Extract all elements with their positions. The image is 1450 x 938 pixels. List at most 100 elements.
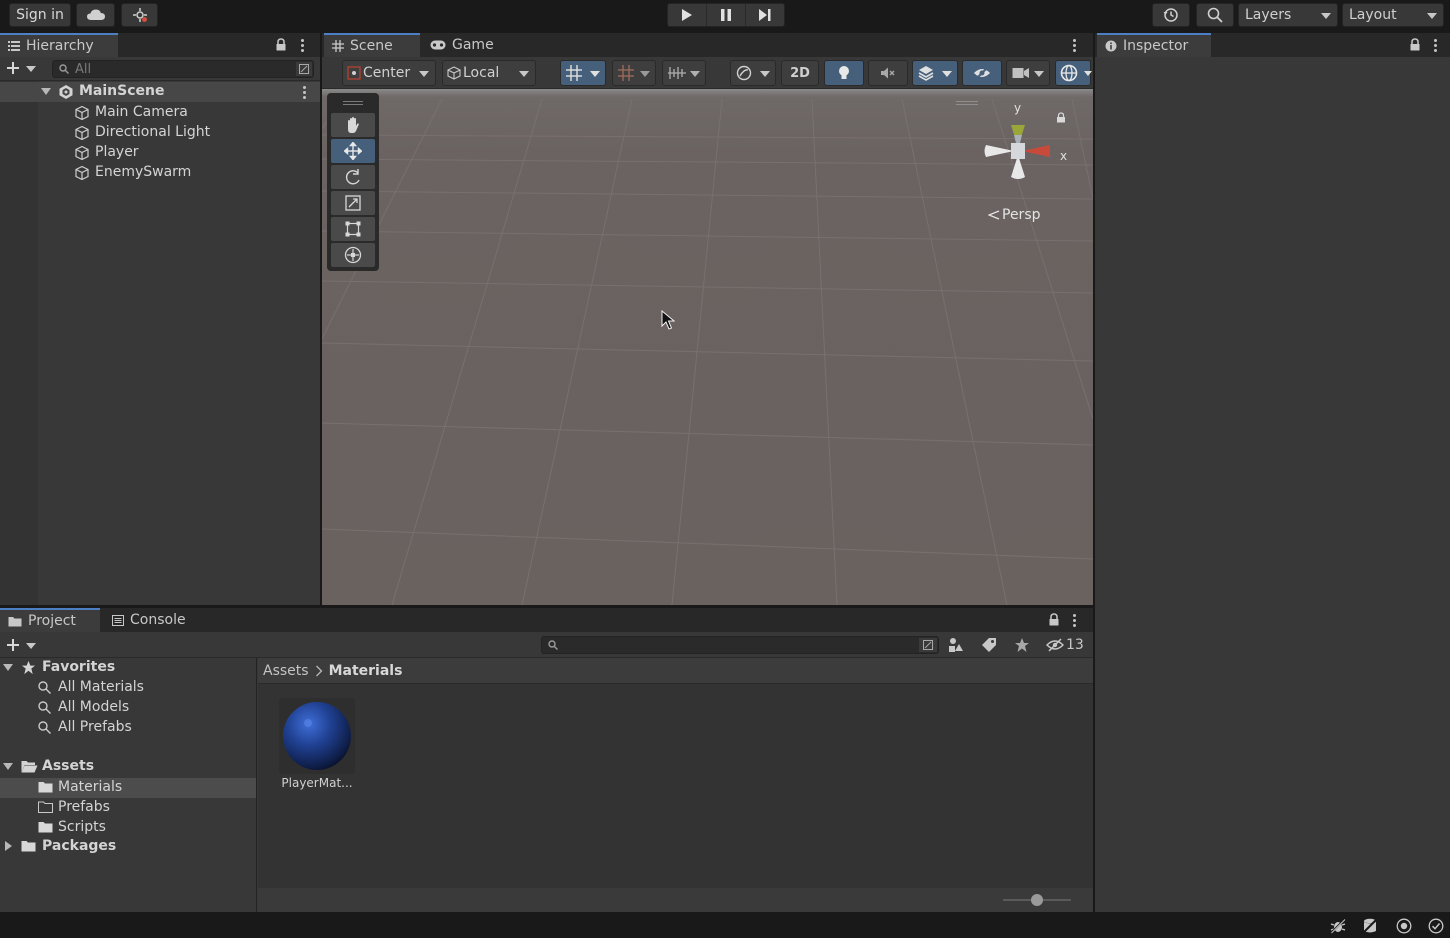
- progress-globe-icon[interactable]: [1395, 917, 1413, 935]
- chevron-down-icon: [26, 643, 36, 649]
- pivot-rotation-dropdown[interactable]: Local: [442, 60, 536, 86]
- hierarchy-row[interactable]: Player: [0, 143, 320, 163]
- lighting-toggle[interactable]: [824, 60, 864, 86]
- layout-dropdown[interactable]: Layout: [1342, 3, 1444, 27]
- lock-icon[interactable]: [1409, 38, 1421, 51]
- tab-hierarchy[interactable]: Hierarchy: [0, 33, 118, 57]
- undo-history-button[interactable]: [1152, 3, 1190, 27]
- hierarchy-row[interactable]: Main Camera: [0, 103, 320, 123]
- inspector-menu-icon[interactable]: [1434, 39, 1438, 54]
- camera-settings-dropdown[interactable]: [1006, 60, 1050, 86]
- search-by-label-icon[interactable]: [981, 637, 997, 653]
- layers-stack-icon: [918, 65, 934, 81]
- cache-server-icon[interactable]: [1361, 917, 1379, 935]
- thumbnail-size-slider[interactable]: [1003, 894, 1071, 906]
- slider-thumb[interactable]: [1031, 894, 1043, 906]
- folder-row-materials[interactable]: Materials: [0, 778, 256, 798]
- search-button[interactable]: [1196, 3, 1234, 27]
- lock-icon[interactable]: [1048, 613, 1060, 626]
- rect-transform-icon: [345, 221, 361, 237]
- hierarchy-menu-icon[interactable]: [301, 39, 305, 54]
- tab-scene[interactable]: Scene: [324, 33, 420, 57]
- inspector-panel: Inspector: [1095, 33, 1450, 912]
- grid-snap-toggle[interactable]: [612, 60, 656, 86]
- chevron-down-icon: [1427, 13, 1437, 19]
- hand-icon: [345, 116, 361, 134]
- folder-row-scripts[interactable]: Scripts: [0, 818, 256, 838]
- scene-visibility-toggle[interactable]: [962, 60, 1002, 86]
- rect-tool-button[interactable]: [331, 217, 375, 241]
- step-button[interactable]: [746, 4, 784, 26]
- search-scope-icon[interactable]: [296, 62, 312, 76]
- 2d-toggle[interactable]: 2D: [781, 60, 819, 86]
- tab-inspector[interactable]: Inspector: [1097, 33, 1211, 57]
- hidden-packages-toggle[interactable]: 13: [1046, 636, 1084, 654]
- collapse-arrow-icon[interactable]: [5, 841, 12, 851]
- asset-grid: Assets Materials PlayerMat...: [258, 658, 1093, 912]
- hand-tool-button[interactable]: [331, 113, 375, 137]
- layers-dropdown[interactable]: Layers: [1238, 3, 1338, 27]
- search-by-type-icon[interactable]: [948, 637, 964, 653]
- hierarchy-row[interactable]: EnemySwarm: [0, 163, 320, 183]
- hierarchy-tree: MainScene Main Camera Directional Light …: [0, 81, 320, 605]
- asset-item[interactable]: PlayerMat...: [274, 696, 360, 796]
- debug-bug-icon[interactable]: [1329, 917, 1347, 935]
- cloud-button[interactable]: [76, 3, 115, 27]
- speaker-muted-icon: [880, 66, 896, 80]
- drag-handle-icon[interactable]: [343, 101, 363, 102]
- play-button[interactable]: [668, 4, 707, 26]
- eye-slash-icon: [973, 66, 991, 80]
- breadcrumb-current[interactable]: Materials: [329, 663, 403, 679]
- hierarchy-row[interactable]: Directional Light: [0, 123, 320, 143]
- expand-arrow-icon[interactable]: [41, 88, 51, 95]
- lock-icon[interactable]: [275, 38, 287, 51]
- audio-toggle[interactable]: [868, 60, 908, 86]
- pivot-mode-dropdown[interactable]: Center: [342, 60, 436, 86]
- collab-button[interactable]: [121, 3, 158, 27]
- create-button[interactable]: [6, 61, 38, 77]
- favorite-item[interactable]: All Models: [0, 698, 256, 718]
- tab-project-label: Project: [28, 613, 76, 629]
- favorites-row[interactable]: Favorites: [0, 658, 256, 678]
- scene-menu-icon[interactable]: [1073, 39, 1077, 54]
- scene-tabbar: Scene Game: [322, 33, 1093, 57]
- project-search-input[interactable]: [541, 636, 939, 654]
- grid-visibility-toggle[interactable]: [560, 60, 606, 86]
- transform-tool-button[interactable]: [331, 243, 375, 267]
- tab-game[interactable]: Game: [422, 33, 502, 57]
- project-menu-icon[interactable]: [1073, 614, 1077, 629]
- projection-toggle[interactable]: Persp: [988, 207, 1041, 223]
- breadcrumb-root[interactable]: Assets: [263, 663, 309, 679]
- scene-viewport[interactable]: y x Persp: [322, 89, 1093, 605]
- gamepad-icon: [430, 40, 446, 50]
- hierarchy-search-input[interactable]: All: [52, 60, 314, 78]
- packages-row[interactable]: Packages: [0, 837, 256, 857]
- sign-in-button[interactable]: Sign in: [9, 3, 71, 27]
- rotate-tool-button[interactable]: [331, 165, 375, 189]
- orientation-gizmo[interactable]: y x: [974, 97, 1084, 207]
- expand-arrow-icon[interactable]: [3, 664, 13, 671]
- favorite-item[interactable]: All Prefabs: [0, 718, 256, 738]
- favorite-star-icon[interactable]: [1014, 637, 1030, 653]
- check-circle-icon[interactable]: [1427, 917, 1445, 935]
- chevron-down-icon: [419, 71, 429, 77]
- scene-menu-icon[interactable]: [303, 86, 307, 101]
- folder-row-prefabs[interactable]: Prefabs: [0, 798, 256, 818]
- search-scope-icon[interactable]: [919, 638, 937, 652]
- create-asset-button[interactable]: [6, 638, 38, 654]
- scale-tool-button[interactable]: [331, 191, 375, 215]
- increment-snap-toggle[interactable]: [662, 60, 706, 86]
- gizmos-dropdown[interactable]: [1055, 60, 1092, 86]
- tab-console[interactable]: Console: [104, 608, 200, 632]
- move-tool-button[interactable]: [331, 139, 375, 163]
- scene-row[interactable]: MainScene: [0, 82, 320, 102]
- assets-row[interactable]: Assets: [0, 757, 256, 777]
- expand-arrow-icon[interactable]: [3, 763, 13, 770]
- chevron-down-icon: [690, 71, 700, 77]
- effects-dropdown[interactable]: [912, 60, 958, 86]
- shading-mode-dropdown[interactable]: [730, 60, 776, 86]
- tab-project[interactable]: Project: [0, 608, 100, 632]
- favorite-item[interactable]: All Materials: [0, 678, 256, 698]
- pause-button[interactable]: [707, 4, 746, 26]
- scene-panel: Scene Game Center Local 2D y x Persp: [322, 33, 1093, 605]
